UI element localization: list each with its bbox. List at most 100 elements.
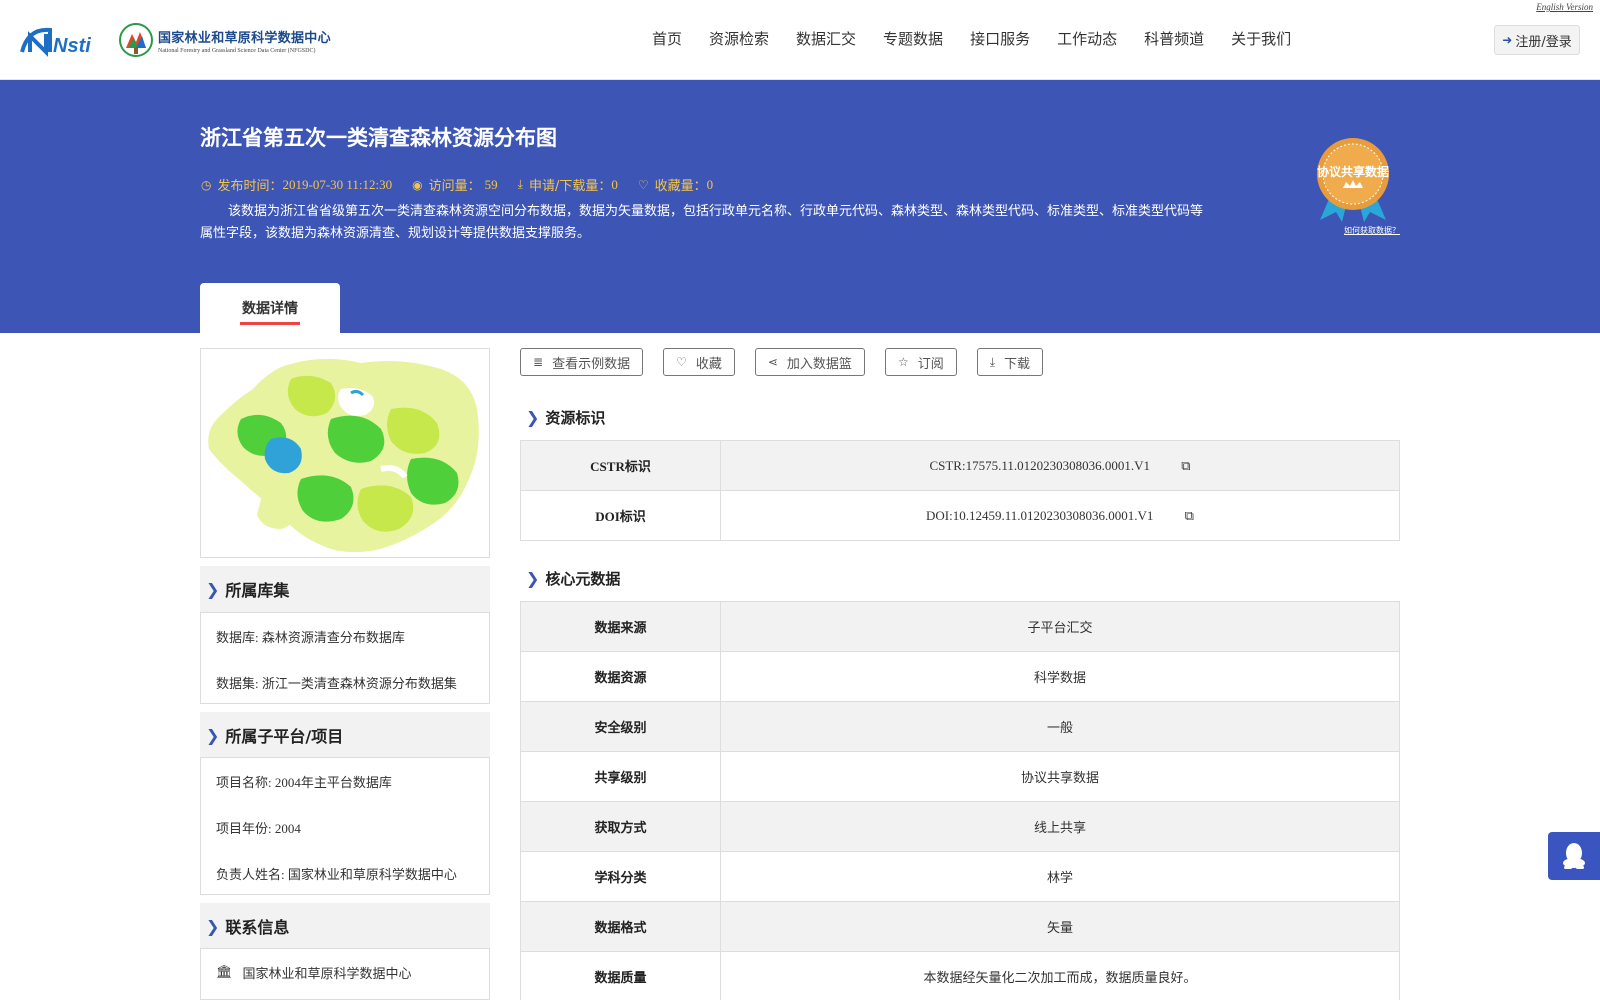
nfgsdc-emblem-icon [119,23,153,57]
nav-resource-search[interactable]: 资源检索 [709,28,769,49]
table-row: DOI标识 DOI:10.12459.11.0120230308036.0001… [520,490,1400,541]
collection-database[interactable]: 数据库: 森林资源清查分布数据库 [216,613,474,659]
project-name: 项目名称: 2004年主平台数据库 [216,774,392,790]
publish-time: ◷ 发布时间： 2019-07-30 11:12:30 [201,176,393,195]
table-row: CSTR标识 CSTR:17575.11.0120230308036.0001.… [520,440,1400,491]
chevron-right-icon: ❯ [206,579,220,599]
main-nav: 首页 资源检索 数据汇交 专题数据 接口服务 工作动态 科普频道 关于我们 [652,28,1318,49]
contact-org: 🏛 国家林业和草原科学数据中心 [216,964,412,981]
how-to-get-data-link[interactable]: 如何获取数据？ [1344,225,1400,236]
contact-section-header: ❯ 联系信息 [200,903,490,949]
project-owner: 负责人姓名: 国家林业和草原科学数据中心 [216,866,457,882]
org-name-cn: 国家林业和草原科学数据中心 [158,30,331,46]
add-to-basket-button[interactable]: ⋖ 加入数据篮 [754,348,865,376]
table-row: 共享级别 协议共享数据 [520,751,1400,802]
meta-key: 数据格式 [520,901,721,952]
chevron-right-icon: ❯ [526,569,540,588]
svg-text:协议共享数据: 协议共享数据 [1317,164,1389,179]
star-icon: ☆ [897,355,909,369]
meta-key: 数据资源 [520,651,721,702]
heart-icon: ♡ [676,355,687,369]
login-label: 注册/登录 [1515,34,1572,50]
english-version-link[interactable]: English Version [1536,2,1593,12]
table-row: 数据质量 本数据经矢量化二次加工而成，数据质量良好。 [520,951,1400,1000]
meta-value: 一般 [720,701,1400,752]
resource-id-header: ❯ 资源标识 [526,408,606,427]
dataset-thumbnail[interactable] [200,348,490,558]
site-header: Nsti 国家林业和草原科学数据中心 National Forestry and… [0,0,1600,80]
meta-value: 子平台汇交 [720,601,1400,652]
action-bar: ≣ 查看示例数据 ♡ 收藏 ⋖ 加入数据篮 ☆ 订阅 ⤓ 下载 [520,348,1063,376]
collection-box: 数据库: 森林资源清查分布数据库 数据集: 浙江一类清查森林资源分布数据集 [200,612,490,704]
meta-value: 线上共享 [720,801,1400,852]
table-row: 获取方式 线上共享 [520,801,1400,852]
meta-key: 安全级别 [520,701,721,752]
doi-value: DOI:10.12459.11.0120230308036.0001.V1 ⧉ [720,490,1400,541]
favorite-button[interactable]: ♡ 收藏 [663,348,735,376]
nav-home[interactable]: 首页 [652,28,682,49]
login-button[interactable]: ➜ 注册/登录 [1494,25,1580,55]
download-icon: ⤓ [989,354,996,369]
nav-data-submission[interactable]: 数据汇交 [796,28,856,49]
copy-icon[interactable]: ⧉ [1181,459,1190,474]
meta-key: 学科分类 [520,851,721,902]
meta-value: 协议共享数据 [720,751,1400,802]
meta-key: 获取方式 [520,801,721,852]
project-section-header: ❯ 所属子平台/项目 [200,712,490,758]
cstr-label: CSTR标识 [520,440,721,491]
nav-api-service[interactable]: 接口服务 [970,28,1030,49]
nav-science-channel[interactable]: 科普频道 [1144,28,1204,49]
nav-topic-data[interactable]: 专题数据 [883,28,943,49]
view-sample-data-button[interactable]: ≣ 查看示例数据 [520,348,644,376]
core-meta-table: 数据来源 子平台汇交 数据资源 科学数据 安全级别 一般 共享级别 协议共享数据… [520,601,1400,1000]
nav-about[interactable]: 关于我们 [1231,28,1291,49]
database-icon: ≣ [533,355,544,369]
meta-value: 本数据经矢量化二次加工而成，数据质量良好。 [720,951,1400,1000]
share-icon: ⋖ [767,355,778,369]
contact-box: 🏛 国家林业和草原科学数据中心 [200,948,490,1000]
table-row: 安全级别 一般 [520,701,1400,752]
visit-count: ◉ 访问量： 59 [412,176,498,195]
dataset-title: 浙江省第五次一类清查森林资源分布图 [200,126,557,150]
shared-data-badge-icon: 协议共享数据 [1317,138,1389,222]
download-icon: ⤓ [517,177,523,191]
chevron-right-icon: ❯ [206,725,220,745]
meta-value: 科学数据 [720,651,1400,702]
eye-icon: ◉ [412,177,423,192]
dataset-meta: ◷ 发布时间： 2019-07-30 11:12:30 ◉ 访问量： 59 ⤓ … [201,175,733,195]
subscribe-button[interactable]: ☆ 订阅 [884,348,957,376]
core-meta-header: ❯ 核心元数据 [526,569,621,588]
chevron-right-icon: ❯ [206,916,220,936]
collection-section-header: ❯ 所属库集 [200,566,490,612]
collection-dataset[interactable]: 数据集: 浙江一类清查森林资源分布数据集 [216,659,474,705]
nsti-logo[interactable]: Nsti [20,22,98,58]
download-button[interactable]: ⤓ 下载 [976,348,1044,376]
qq-chat-button[interactable] [1548,832,1600,880]
project-box: 项目名称: 2004年主平台数据库 项目年份: 2004 负责人姓名: 国家林业… [200,757,490,895]
meta-key: 共享级别 [520,751,721,802]
resource-id-table: CSTR标识 CSTR:17575.11.0120230308036.0001.… [520,440,1400,541]
heart-icon: ♡ [637,177,649,192]
table-row: 数据格式 矢量 [520,901,1400,952]
sign-in-icon: ➜ [1502,33,1513,47]
dataset-description: 该数据为浙江省省级第五次一类清查森林资源空间分布数据，数据为矢量数据，包括行政单… [200,204,1204,241]
chevron-right-icon: ❯ [526,408,540,427]
nfgsdc-logo[interactable]: 国家林业和草原科学数据中心 National Forestry and Gras… [118,20,334,60]
meta-key: 数据质量 [520,951,721,1000]
institution-icon: 🏛 [216,964,233,980]
table-row: 数据来源 子平台汇交 [520,601,1400,652]
table-row: 数据资源 科学数据 [520,651,1400,702]
meta-key: 数据来源 [520,601,721,652]
org-name-en: National Forestry and Grassland Science … [158,47,316,54]
download-count: ⤓ 申请/下载量： 0 [517,176,618,195]
project-year: 项目年份: 2004 [216,820,301,836]
copy-icon[interactable]: ⧉ [1185,509,1194,524]
nav-news[interactable]: 工作动态 [1057,28,1117,49]
cstr-value: CSTR:17575.11.0120230308036.0001.V1 ⧉ [720,440,1400,491]
doi-label: DOI标识 [520,490,721,541]
dataset-banner: 浙江省第五次一类清查森林资源分布图 ◷ 发布时间： 2019-07-30 11:… [0,80,1600,333]
table-row: 学科分类 林学 [520,851,1400,902]
svg-text:Nsti: Nsti [53,35,91,57]
tab-data-details[interactable]: 数据详情 [200,283,340,333]
meta-value: 矢量 [720,901,1400,952]
